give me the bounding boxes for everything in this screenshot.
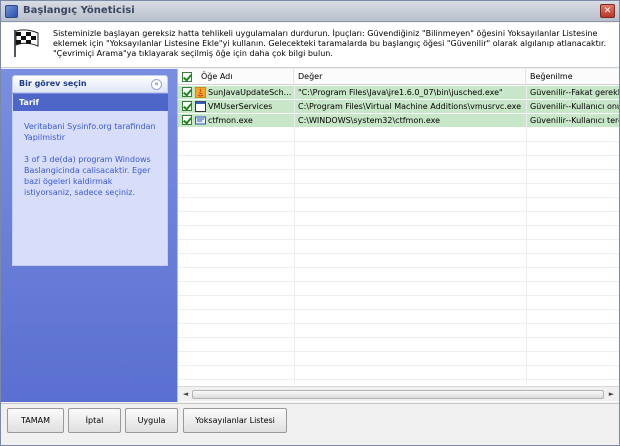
program-count-info: 3 of 3 de(da) program Windows Baslangici… xyxy=(24,155,151,197)
scroll-thumb[interactable] xyxy=(192,390,604,399)
row-rating: Güvenilir--Kullanıcı terc xyxy=(530,116,619,125)
grid-divider xyxy=(178,211,619,212)
grid-divider xyxy=(178,337,619,338)
checkered-flag-icon xyxy=(14,29,39,57)
database-credit: Veritabani Sysinfo.org tarafindan Yapilm… xyxy=(24,122,156,142)
grid-divider xyxy=(294,85,295,385)
description-title: Tarif xyxy=(19,98,39,107)
app-icon xyxy=(5,5,18,18)
table-row[interactable]: ctfmon.exe C:\WINDOWS\system32\ctfmon.ex… xyxy=(178,114,619,127)
row-checkbox[interactable] xyxy=(182,101,192,111)
row-name: ctfmon.exe xyxy=(208,116,253,125)
ignore-list-button[interactable]: Yoksayılanlar Listesi xyxy=(183,408,287,433)
cancel-button[interactable]: İptal xyxy=(68,408,121,433)
task-panel-header[interactable]: Bir görev seçin « xyxy=(12,75,168,93)
row-name: VMUserServices xyxy=(208,102,273,111)
java-icon xyxy=(195,87,206,98)
column-header-value[interactable]: Değer xyxy=(294,69,526,85)
startup-manager-window: Başlangıç Yöneticisi ✕ Sisteminizle başl… xyxy=(0,0,620,446)
column-header-rating[interactable]: Beğenilme xyxy=(526,69,619,85)
grid-divider xyxy=(178,323,619,324)
ctfmon-icon xyxy=(195,116,206,125)
row-name: SunJavaUpdateSch... xyxy=(208,88,292,97)
scroll-left-icon[interactable]: ◄ xyxy=(180,389,191,400)
apply-button[interactable]: Uygula xyxy=(125,408,178,433)
select-all-checkbox[interactable] xyxy=(182,72,192,82)
vm-window-icon xyxy=(195,101,206,112)
description-header: Tarif xyxy=(13,94,168,111)
row-value: C:\WINDOWS\system32\ctfmon.exe xyxy=(298,116,441,125)
column-header-name[interactable]: Öğe Adı xyxy=(178,69,294,85)
grid-divider xyxy=(178,253,619,254)
grid-divider xyxy=(178,309,619,310)
title-bar[interactable]: Başlangıç Yöneticisi ✕ xyxy=(1,1,619,22)
grid-divider xyxy=(178,141,619,142)
grid-divider xyxy=(178,225,619,226)
row-rating: Güvenilir--Fakat gerekl xyxy=(530,88,619,97)
table-row[interactable]: VMUserServices C:\Program Files\Virtual … xyxy=(178,100,619,113)
task-panel-title: Bir görev seçin xyxy=(19,79,87,88)
row-rating: Güvenilir--Kullanıcı onu xyxy=(530,102,619,111)
window-title: Başlangıç Yöneticisi xyxy=(23,5,135,16)
grid-divider xyxy=(178,155,619,156)
info-header: Sisteminizle başlayan gereksiz hatta teh… xyxy=(1,23,619,68)
horizontal-scrollbar[interactable]: ◄ ► xyxy=(178,386,619,401)
grid-divider xyxy=(178,267,619,268)
row-checkbox[interactable] xyxy=(182,115,192,125)
collapse-chevron-icon[interactable]: « xyxy=(151,79,162,90)
grid-divider xyxy=(178,281,619,282)
list-header: Öğe Adı Değer Beğenilme xyxy=(178,69,619,85)
grid-divider xyxy=(178,351,619,352)
scroll-right-icon[interactable]: ► xyxy=(606,389,617,400)
startup-items-list[interactable]: Öğe Adı Değer Beğenilme SunJavaUpdateSch… xyxy=(177,69,619,402)
grid-divider xyxy=(178,379,619,380)
grid-divider xyxy=(178,169,619,170)
row-value: "C:\Program Files\Java\jre1.6.0_07\bin\j… xyxy=(298,88,503,97)
ok-button[interactable]: TAMAM xyxy=(7,408,64,433)
row-value: C:\Program Files\Virtual Machine Additio… xyxy=(298,102,522,111)
row-checkbox[interactable] xyxy=(182,87,192,97)
grid-divider xyxy=(178,197,619,198)
grid-divider xyxy=(178,365,619,366)
grid-divider xyxy=(178,295,619,296)
table-row[interactable]: SunJavaUpdateSch... "C:\Program Files\Ja… xyxy=(178,86,619,99)
grid-divider xyxy=(178,183,619,184)
header-description: Sisteminizle başlayan gereksiz hatta teh… xyxy=(53,29,607,58)
close-button[interactable]: ✕ xyxy=(600,4,615,18)
grid-divider xyxy=(178,239,619,240)
task-sidebar: Bir görev seçin « Tarif Veritabani Sysin… xyxy=(1,69,177,402)
task-panel-body: Tarif Veritabani Sysinfo.org tarafindan … xyxy=(12,94,168,266)
button-bar: TAMAM İptal Uygula Yoksayılanlar Listesi xyxy=(1,403,619,445)
description-text: Veritabani Sysinfo.org tarafindan Yapilm… xyxy=(24,121,162,209)
grid-divider xyxy=(526,85,527,385)
